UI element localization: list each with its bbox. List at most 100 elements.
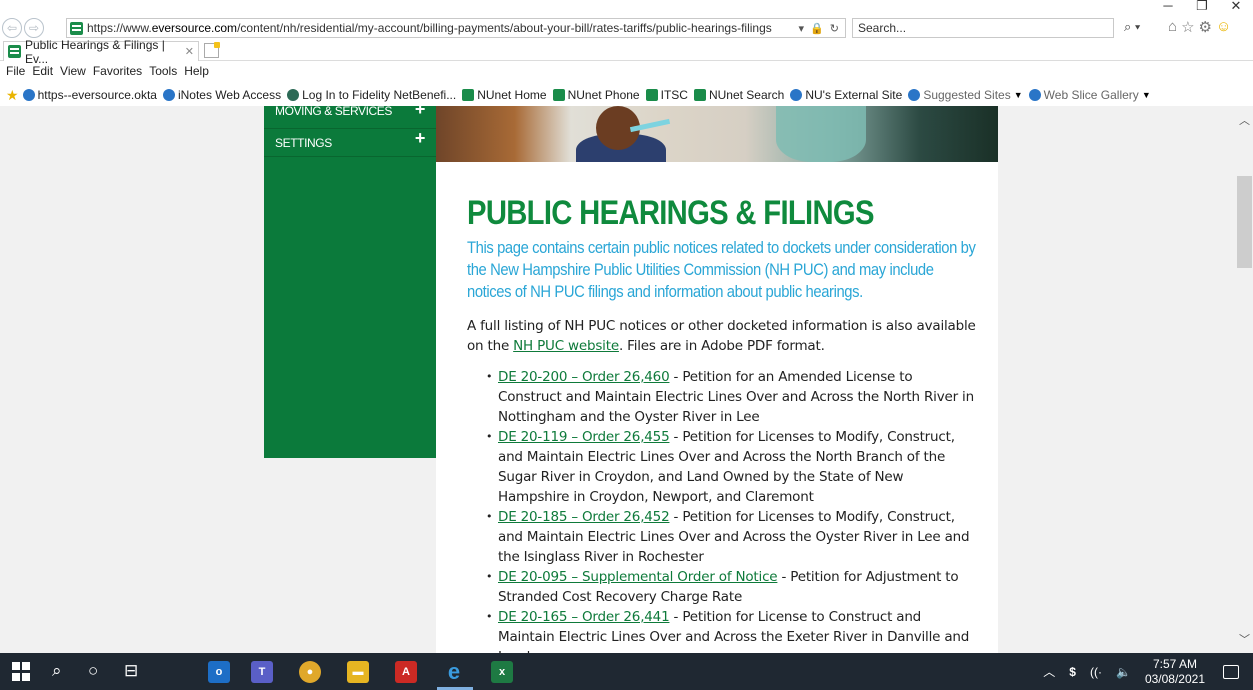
close-icon[interactable]: ✕ <box>1219 0 1253 14</box>
menu-view[interactable]: View <box>60 64 86 82</box>
search-icon[interactable]: ⌕ <box>52 661 62 681</box>
site-favicon-icon <box>8 45 21 58</box>
list-item: DE 20-119 – Order 26,455 - Petition for … <box>486 427 978 507</box>
chevron-down-icon: ▼ <box>1141 90 1151 100</box>
nh-puc-website-link[interactable]: NH PUC website <box>513 338 619 354</box>
favorite-web-slice-gallery[interactable]: Web Slice Gallery ▼ <box>1028 88 1151 102</box>
dollar-app-icon[interactable]: $ <box>1069 665 1076 679</box>
list-item: DE 20-200 – Order 26,460 - Petition for … <box>486 367 978 427</box>
scroll-down-icon[interactable]: ﹀ <box>1236 631 1253 647</box>
lead-paragraph: A full listing of NH PUC notices or othe… <box>467 318 976 354</box>
favorites-bar: ★ https--eversource.okta iNotes Web Acce… <box>6 86 1157 104</box>
page-viewport: MOVING & SERVICES + SETTINGS + PUBLIC HE… <box>0 106 1253 653</box>
wifi-icon[interactable]: ((· <box>1090 665 1102 679</box>
main-content: PUBLIC HEARINGS & FILINGS This page cont… <box>436 162 998 653</box>
hero-image <box>436 106 998 162</box>
ie-icon <box>162 89 175 101</box>
tab-title: Public Hearings & Filings | Ev... <box>25 37 165 66</box>
menu-help[interactable]: Help <box>184 64 209 82</box>
refresh-icon[interactable]: ↻ <box>830 22 839 35</box>
favorite-suggested-sites[interactable]: Suggested Sites ▼ <box>908 88 1023 102</box>
address-row: ⇦ ⇨ https://www.eversource.com/content/n… <box>0 17 1253 39</box>
vertical-scrollbar[interactable]: ︿ ﹀ <box>1236 106 1253 653</box>
scroll-up-icon[interactable]: ︿ <box>1236 112 1253 128</box>
expand-plus-icon[interactable]: + <box>415 129 426 147</box>
dropdown-arrow-icon[interactable]: ▾ <box>799 22 805 35</box>
notification-center-icon[interactable] <box>1223 664 1239 679</box>
chrome-icon[interactable]: ● <box>299 661 321 683</box>
favorite-nunet-phone[interactable]: NUnet Phone <box>552 88 640 102</box>
menu-bar: File Edit View Favorites Tools Help <box>6 64 209 82</box>
favorite-nunet-search[interactable]: NUnet Search <box>693 88 784 102</box>
task-view-icon[interactable]: ⊟ <box>124 661 138 681</box>
menu-tools[interactable]: Tools <box>149 64 177 82</box>
url-text[interactable]: https://www.eversource.com/content/nh/re… <box>87 21 793 35</box>
filing-link-de-20-165[interactable]: DE 20-165 – Order 26,441 <box>498 609 670 625</box>
sidebar-item-settings[interactable]: SETTINGS + <box>264 129 436 157</box>
browser-chrome: ─ ❐ ✕ ⇦ ⇨ https://www.eversource.com/con… <box>0 0 1253 106</box>
internet-explorer-icon[interactable]: e <box>443 661 465 683</box>
ie-icon <box>790 89 803 101</box>
outlook-icon[interactable]: o <box>208 661 230 683</box>
list-item: DE 20-185 – Order 26,452 - Petition for … <box>486 507 978 567</box>
filings-list: DE 20-200 – Order 26,460 - Petition for … <box>467 367 978 653</box>
site-icon <box>552 89 565 101</box>
chevron-up-icon[interactable]: ︿ <box>1043 663 1055 680</box>
ie-icon <box>1028 89 1041 101</box>
address-bar[interactable]: https://www.eversource.com/content/nh/re… <box>66 18 846 38</box>
cortana-icon[interactable]: ○ <box>88 661 98 681</box>
favorite-fidelity[interactable]: Log In to Fidelity NetBenefi... <box>287 88 456 102</box>
file-explorer-icon[interactable]: ▬ <box>347 661 369 683</box>
home-icon[interactable]: ⌂ <box>1168 18 1177 36</box>
favorite-nu-external[interactable]: NU's External Site <box>790 88 902 102</box>
site-icon <box>645 89 658 101</box>
teams-icon[interactable]: T <box>251 661 273 683</box>
sidebar-item-moving-services[interactable]: MOVING & SERVICES + <box>264 106 436 129</box>
ie-icon <box>908 89 921 101</box>
filing-link-de-20-095[interactable]: DE 20-095 – Supplemental Order of Notice <box>498 569 778 585</box>
page-intro: This page contains certain public notice… <box>467 238 976 301</box>
menu-file[interactable]: File <box>6 64 25 82</box>
tab-public-hearings[interactable]: Public Hearings & Filings | Ev... ✕ <box>3 38 199 66</box>
favorite-okta[interactable]: https--eversource.okta <box>22 88 157 102</box>
favorite-itsc[interactable]: ITSC <box>645 88 688 102</box>
tab-close-icon[interactable]: ✕ <box>185 45 194 58</box>
gear-icon[interactable]: ⚙ <box>1199 18 1212 36</box>
restore-icon[interactable]: ❐ <box>1185 0 1219 14</box>
favorite-nunet-home[interactable]: NUnet Home <box>462 88 547 102</box>
new-tab-icon[interactable] <box>204 42 220 58</box>
windows-start-icon[interactable] <box>12 662 32 682</box>
excel-icon[interactable]: x <box>491 661 513 683</box>
favorite-inotes[interactable]: iNotes Web Access <box>162 88 281 102</box>
menu-edit[interactable]: Edit <box>32 64 53 82</box>
favorites-add-star-icon[interactable]: ★ <box>6 87 19 104</box>
filing-link-de-20-200[interactable]: DE 20-200 – Order 26,460 <box>498 369 670 385</box>
search-icon[interactable]: ⌕ ▾ <box>1124 19 1140 35</box>
page-title: PUBLIC HEARINGS & FILINGS <box>467 194 874 232</box>
windows-taskbar: ⌕ ○ ⊟ o T ● ▬ A e x ︿ $ ((· 🔈 7:57 AM 03… <box>0 653 1253 690</box>
adobe-acrobat-icon[interactable]: A <box>395 661 417 683</box>
account-sidebar: MOVING & SERVICES + SETTINGS + <box>264 106 436 458</box>
ie-icon <box>22 89 35 101</box>
lock-icon[interactable]: 🔒 <box>810 22 824 35</box>
filing-link-de-20-185[interactable]: DE 20-185 – Order 26,452 <box>498 509 670 525</box>
chevron-down-icon: ▼ <box>1013 90 1023 100</box>
favorites-star-icon[interactable]: ☆ <box>1181 18 1194 36</box>
scrollbar-thumb[interactable] <box>1237 176 1252 268</box>
minimize-icon[interactable]: ─ <box>1151 0 1185 14</box>
tab-strip: Public Hearings & Filings | Ev... ✕ <box>0 38 1253 66</box>
list-item: DE 20-095 – Supplemental Order of Notice… <box>486 567 978 607</box>
expand-plus-icon[interactable]: + <box>415 106 426 118</box>
system-clock[interactable]: 7:57 AM 03/08/2021 <box>1145 657 1205 687</box>
filing-link-de-20-119[interactable]: DE 20-119 – Order 26,455 <box>498 429 670 445</box>
volume-icon[interactable]: 🔈 <box>1116 665 1131 679</box>
forward-arrow-icon[interactable]: ⇨ <box>24 18 44 38</box>
site-favicon-icon <box>70 21 83 35</box>
menu-favorites[interactable]: Favorites <box>93 64 142 82</box>
back-arrow-icon[interactable]: ⇦ <box>2 18 22 38</box>
smiley-feedback-icon[interactable]: ☺ <box>1216 18 1231 36</box>
fidelity-icon <box>287 89 300 101</box>
list-item: DE 20-165 – Order 26,441 - Petition for … <box>486 607 978 653</box>
system-tray: ︿ $ ((· 🔈 7:57 AM 03/08/2021 <box>1043 653 1253 690</box>
search-input[interactable]: Search... <box>852 18 1114 38</box>
